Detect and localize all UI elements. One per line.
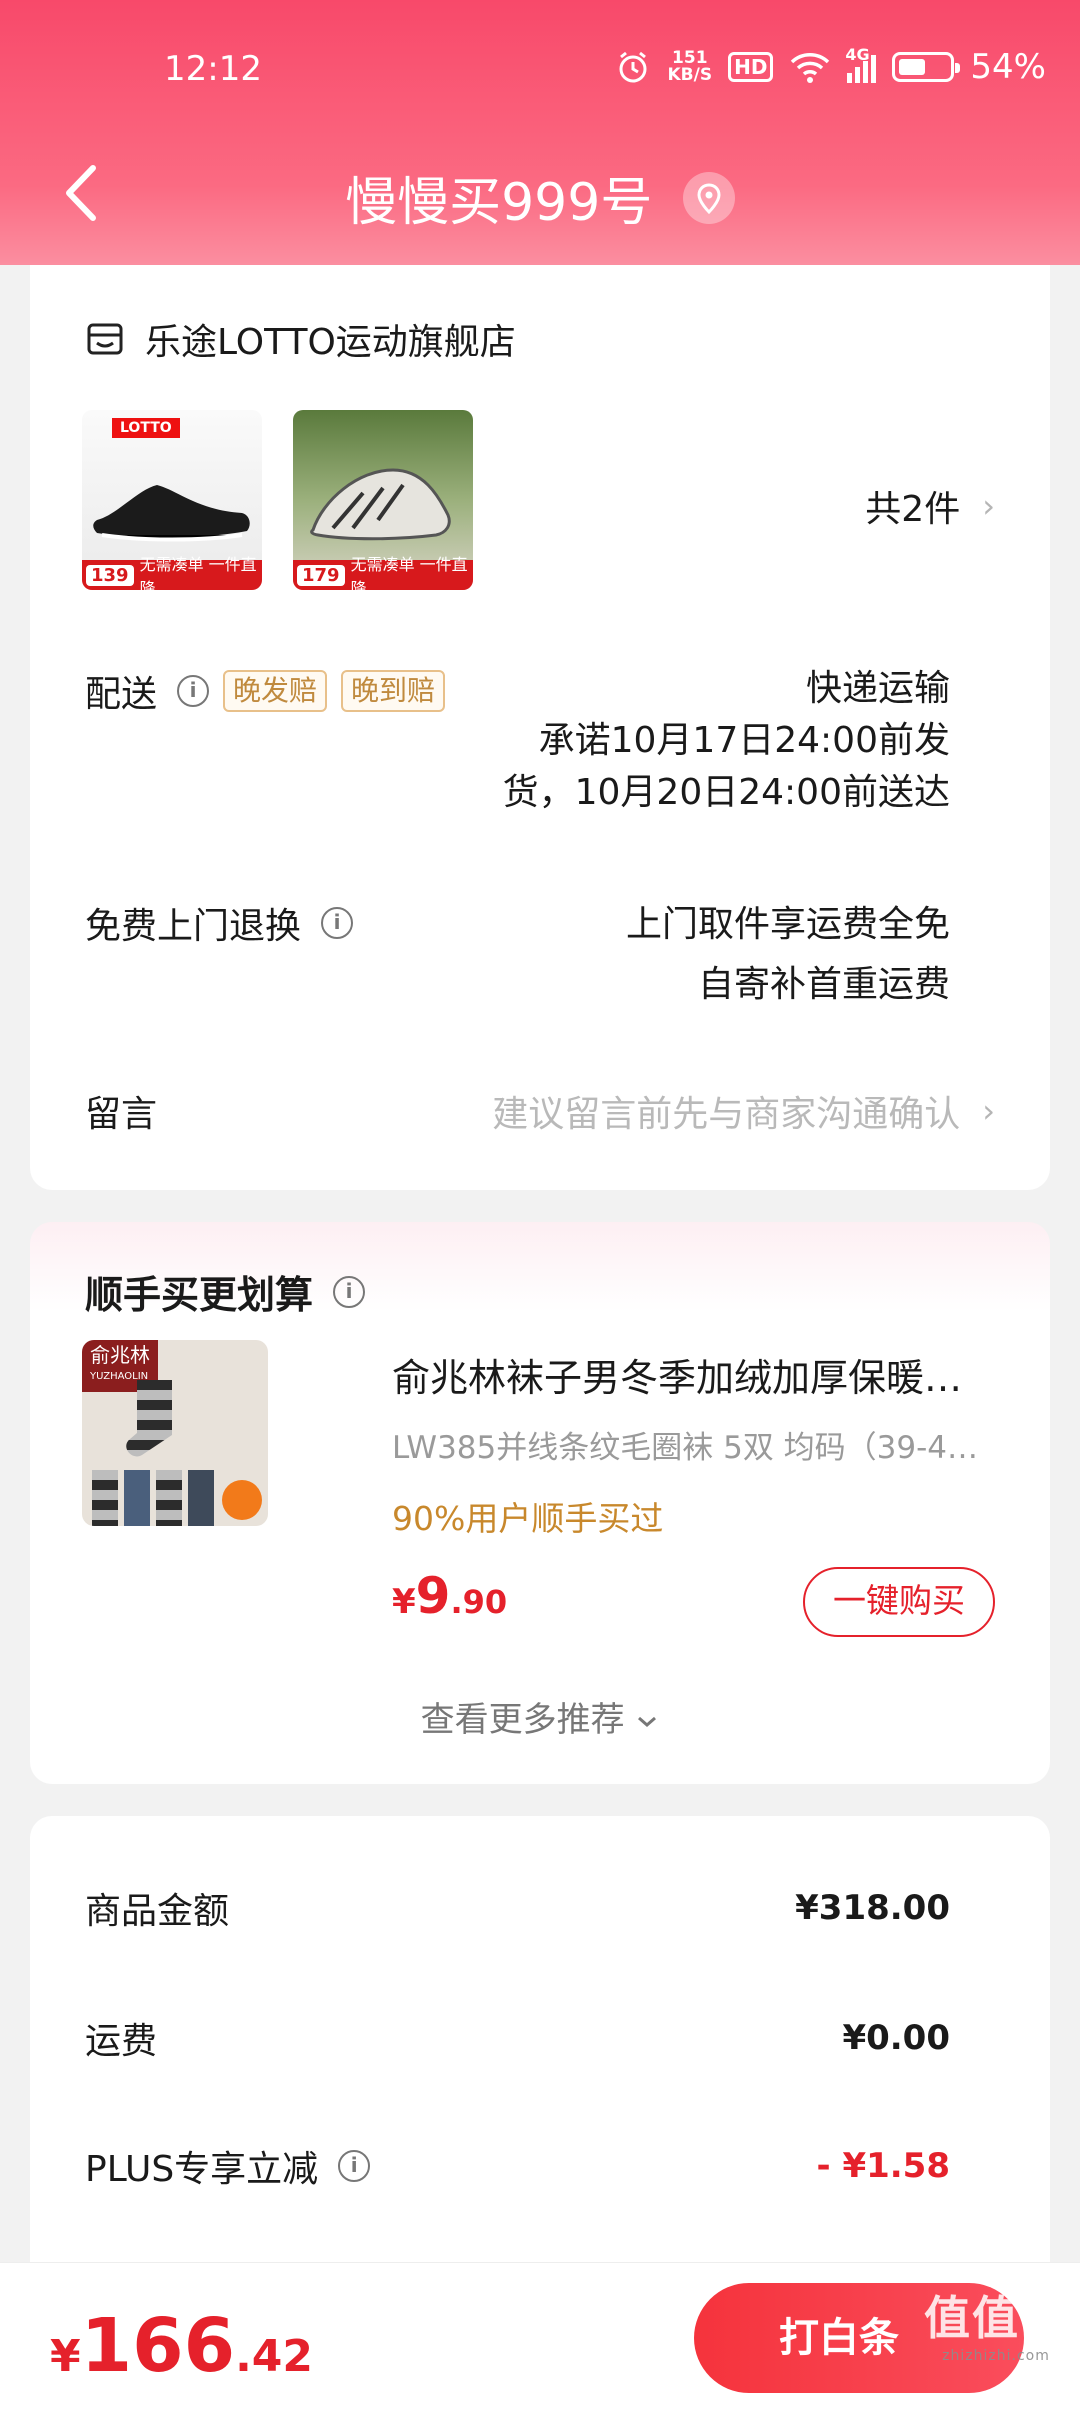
late-arrive-badge: 晚到赔 [341, 670, 446, 712]
header: 12:12 151 KB/S HD 4G 54% 慢慢买999号 [0, 0, 1080, 265]
chevron-right-icon: › [982, 1092, 995, 1130]
chevron-down-icon [638, 1716, 657, 1727]
price-tag: 179 无需凑单 一件直降 [293, 555, 473, 590]
delivery-promise-2: 货，10月20日24:00前送达 [502, 772, 950, 813]
alarm-icon [619, 51, 647, 83]
plus-discount-value: - ¥1.58 [816, 2146, 951, 2186]
recommend-product-spec: LW385并线条纹毛圈袜 5双 均码（39-44） [392, 1430, 992, 1466]
one-click-buy-button[interactable]: 一键购买 [803, 1567, 995, 1637]
signal-icon: 4G [845, 45, 877, 83]
shop-row[interactable]: 乐途LOTTO运动旗舰店 [85, 313, 516, 365]
shipping-value: ¥0.00 [842, 2018, 950, 2058]
status-time: 12:12 [164, 49, 262, 89]
goods-amount-row: 商品金额 ¥318.00 [85, 1882, 950, 1934]
recommend-card: 顺手买更划算 i 俞兆林 YUZHAOLIN 俞兆林袜子男冬季加绒加厚保暖毛圈袜 … [30, 1222, 1050, 1784]
info-icon[interactable]: i [338, 2150, 371, 2182]
delivery-label-row: 配送 i 晚发赔 晚到赔 [85, 665, 446, 717]
status-bar: 12:12 151 KB/S HD 4G 54% [0, 45, 1080, 95]
plus-discount-label-wrap: PLUS专享立减 i [85, 2140, 371, 2192]
page-title: 慢慢买999号 [0, 160, 1080, 235]
net-speed: 151 KB/S [667, 48, 713, 85]
total-price: ¥166.42 [50, 2303, 314, 2389]
delivery-info[interactable]: 快递运输 承诺10月17日24:00前发 货，10月20日24:00前送达 [503, 663, 950, 819]
order-card: 乐途LOTTO运动旗舰店 LOTTO 139 无需凑单 一件直降 179 无需凑单 … [30, 265, 1050, 1190]
delivery-promise-1: 承诺10月17日24:00前发 [538, 720, 950, 761]
battery-icon [892, 52, 961, 82]
shop-name: 乐途LOTTO运动旗舰店 [145, 322, 516, 363]
info-icon[interactable]: i [321, 907, 354, 939]
product-image-1[interactable]: LOTTO 139 无需凑单 一件直降 [82, 410, 262, 590]
location-icon[interactable] [682, 171, 735, 224]
price-tag: 139 无需凑单 一件直降 [82, 555, 262, 590]
late-ship-badge: 晚发赔 [223, 670, 328, 712]
return-line-2: 自寄补首重运费 [697, 964, 950, 1005]
goods-amount-value: ¥318.00 [795, 1888, 950, 1928]
message-label: 留言 [85, 1094, 158, 1135]
info-icon[interactable]: i [333, 1275, 366, 1308]
sock-icon [92, 1380, 262, 1526]
return-info: 上门取件享运费全免 自寄补首重运费 [626, 895, 950, 1015]
recommend-title-row: 顺手买更划算 i [85, 1264, 366, 1319]
recommend-bought-rate: 90%用户顺手买过 [392, 1499, 664, 1538]
message-input[interactable]: 建议留言前先与商家沟通确认 › [492, 1085, 995, 1137]
product-image-2[interactable]: 179 无需凑单 一件直降 [293, 410, 473, 590]
item-count-row[interactable]: 共2件 › [865, 480, 995, 532]
shipping-row: 运费 ¥0.00 [85, 2012, 950, 2064]
plus-discount-label: PLUS专享立减 [85, 2149, 319, 2190]
nav-bar: 慢慢买999号 [0, 150, 1080, 233]
hd-icon: HD [728, 52, 774, 82]
return-label: 免费上门退换 [85, 906, 302, 947]
delivery-method: 快递运输 [805, 668, 950, 709]
battery-percent: 54% [970, 47, 1046, 87]
chevron-right-icon: › [982, 487, 995, 525]
watermark: 值值值 zhizhizhi.com [924, 2291, 1068, 2364]
return-label-row: 免费上门退换 i [85, 897, 354, 949]
recommend-price: ¥9.90 [392, 1567, 508, 1625]
return-line-1: 上门取件享运费全免 [625, 904, 950, 945]
delivery-label: 配送 [85, 674, 158, 715]
info-icon[interactable]: i [177, 675, 210, 707]
recommend-product-name[interactable]: 俞兆林袜子男冬季加绒加厚保暖毛圈袜 [392, 1347, 992, 1402]
more-recommend-button[interactable]: 查看更多推荐 [30, 1692, 1050, 1741]
status-icons: 151 KB/S HD 4G 54% [615, 45, 1046, 87]
bottom-bar: ¥166.42 打白条 [0, 2262, 1080, 2412]
recommend-title: 顺手买更划算 [85, 1273, 314, 1317]
wifi-icon [791, 53, 830, 83]
message-placeholder: 建议留言前先与商家沟通确认 [492, 1094, 961, 1135]
shipping-label: 运费 [85, 2021, 158, 2062]
sock-product-image[interactable]: 俞兆林 YUZHAOLIN [82, 1340, 268, 1526]
goods-amount-label: 商品金额 [85, 1891, 230, 1932]
plus-discount-row: PLUS专享立减 i - ¥1.58 [85, 2140, 950, 2192]
item-count: 共2件 [865, 489, 961, 530]
shop-icon [87, 323, 123, 355]
